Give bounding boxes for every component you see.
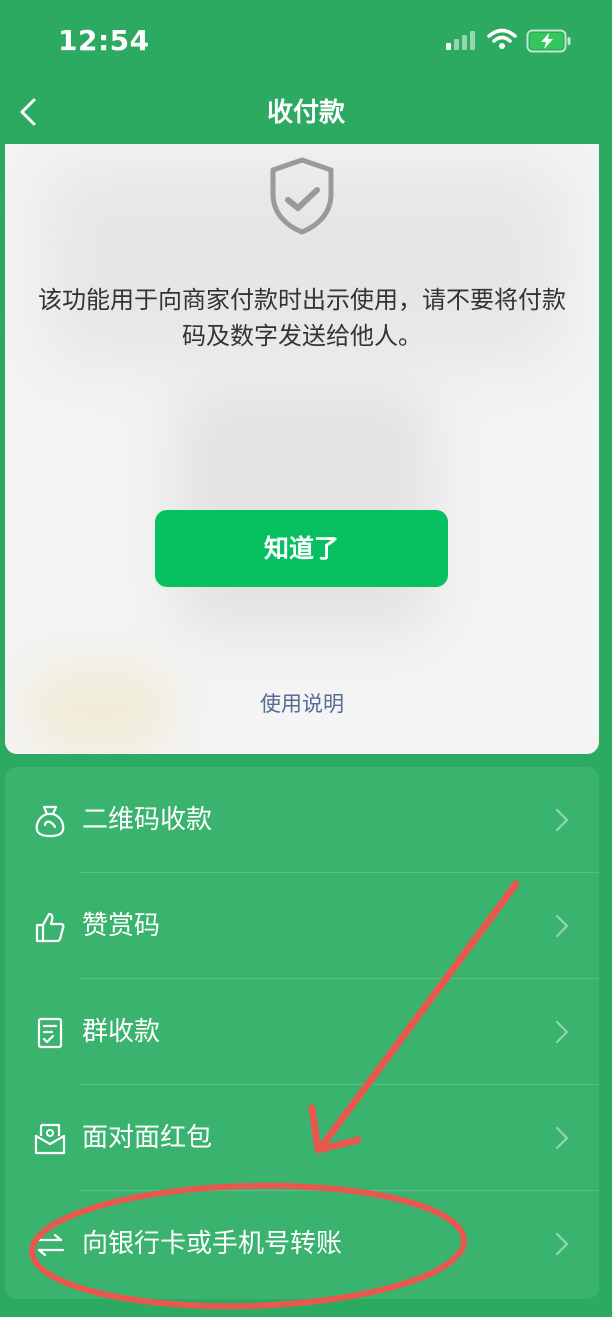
menu-item-label: 面对面红包 — [82, 1123, 213, 1153]
usage-instructions-link[interactable]: 使用说明 — [5, 688, 599, 718]
wifi-icon — [487, 28, 517, 49]
nav-bar: 收付款 — [0, 80, 612, 144]
menu-item-group-collect[interactable]: 群收款 — [5, 979, 599, 1085]
shield-check-icon — [270, 157, 334, 235]
menu-item-bank-card-transfer[interactable]: 向银行卡或手机号转账 — [5, 1191, 599, 1297]
chevron-right-icon — [555, 1126, 569, 1150]
battery-charging-icon — [526, 29, 571, 53]
receipt-icon — [37, 1017, 63, 1049]
payment-options-menu: 二维码收款 赞赏码 群收款 面对面红包 向银行卡或手机号转账 — [5, 767, 599, 1299]
got-it-button[interactable]: 知道了 — [155, 510, 448, 587]
red-envelope-icon — [34, 1123, 66, 1155]
thumbs-up-icon — [35, 912, 65, 943]
blurred-qr-area — [175, 384, 435, 634]
cellular-signal-icon — [446, 31, 475, 50]
security-notice-text: 该功能用于向商家付款时出示使用，请不要将付款码及数字发送给他人。 — [38, 286, 566, 350]
transfer-arrows-icon — [35, 1233, 65, 1257]
page-title: 收付款 — [266, 98, 345, 128]
menu-item-appreciation-code[interactable]: 赞赏码 — [5, 873, 599, 979]
chevron-right-icon — [555, 1232, 569, 1256]
status-time: 12:54 — [58, 24, 150, 57]
chevron-right-icon — [555, 1020, 569, 1044]
menu-item-label: 群收款 — [82, 1017, 161, 1047]
menu-item-label: 向银行卡或手机号转账 — [82, 1229, 343, 1259]
menu-item-label: 二维码收款 — [82, 805, 213, 835]
chevron-right-icon — [555, 808, 569, 832]
payment-code-notice-card: 该功能用于向商家付款时出示使用，请不要将付款码及数字发送给他人。 知道了 使用说… — [5, 144, 599, 754]
money-bag-icon — [35, 805, 65, 838]
menu-item-label: 赞赏码 — [82, 911, 161, 941]
menu-item-face-to-face-red-packet[interactable]: 面对面红包 — [5, 1085, 599, 1191]
status-bar: 12:54 — [0, 0, 612, 80]
chevron-right-icon — [555, 914, 569, 938]
menu-item-qr-collect[interactable]: 二维码收款 — [5, 767, 599, 873]
